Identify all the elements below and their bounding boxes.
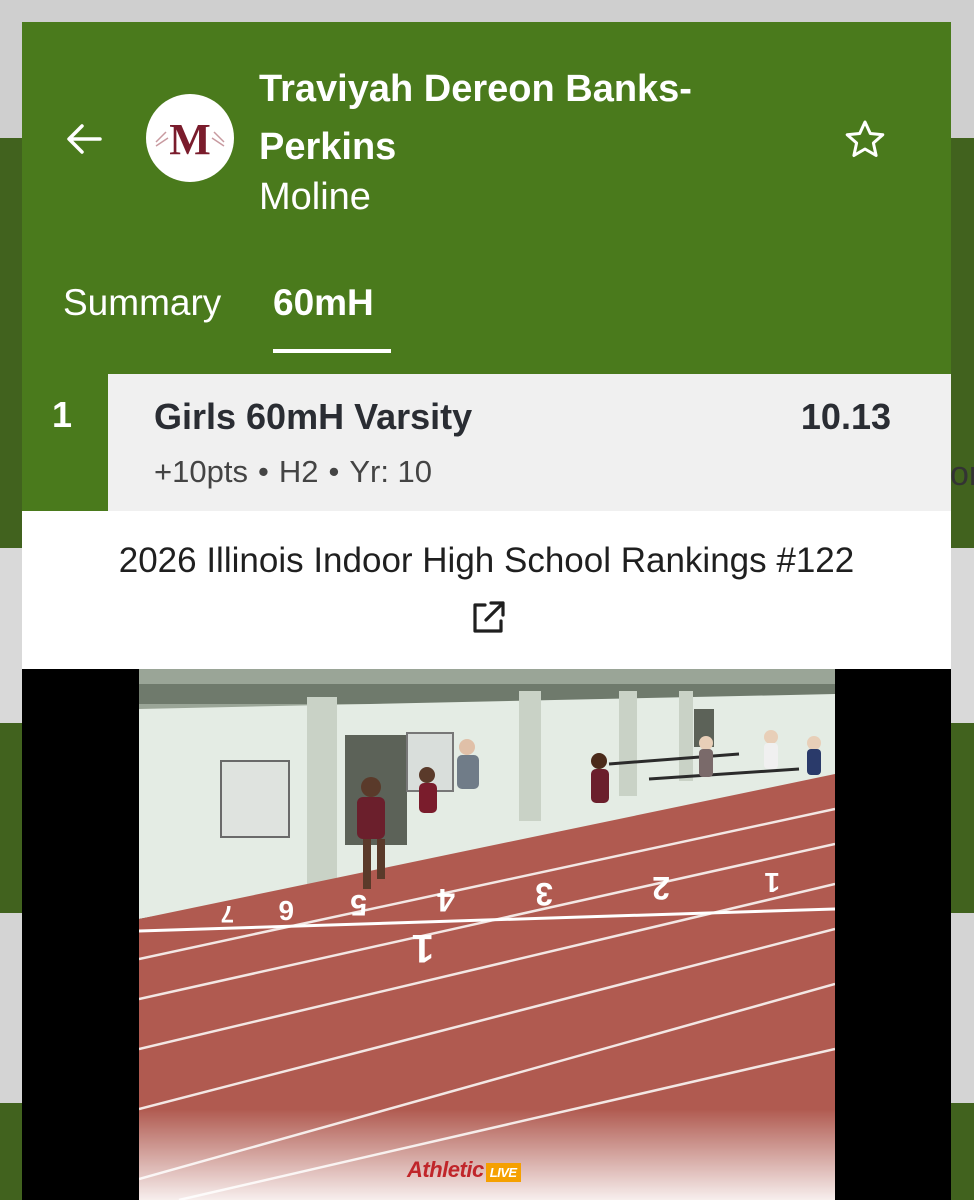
athlete-name: Traviyah Dereon Banks-Perkins: [259, 68, 692, 168]
svg-text:7: 7: [221, 900, 234, 927]
ranking-section: 2026 Illinois Indoor High School Ranking…: [22, 511, 951, 669]
back-button[interactable]: [62, 117, 106, 161]
separator-dot: •: [328, 454, 340, 489]
result-mark: 10.13: [800, 396, 891, 437]
svg-text:1: 1: [764, 867, 780, 898]
place-column: 1: [22, 374, 108, 511]
event-name: Girls 60mH Varsity: [154, 396, 473, 437]
ranking-text: 2026 Illinois Indoor High School Ranking…: [118, 541, 855, 580]
svg-text:M: M: [169, 115, 211, 164]
year-value: Yr: 10: [349, 454, 433, 489]
svg-text:3: 3: [535, 876, 553, 912]
video-frame: 1 2 3 4 5 6 7 1 Athletic LIVE: [139, 669, 835, 1200]
points-value: +10pts: [154, 454, 248, 489]
school-name: Moline: [259, 176, 371, 218]
athletic-live-logo: Athletic LIVE: [407, 1157, 521, 1183]
race-finish-image: 1 2 3 4 5 6 7 1: [139, 669, 835, 1200]
place-number: 1: [52, 394, 73, 435]
favorite-button[interactable]: [842, 117, 888, 163]
athlete-result-card: M Traviyah Dereon Banks-Perkins Moline S…: [22, 22, 951, 1200]
external-link-button[interactable]: [466, 596, 510, 640]
svg-text:4: 4: [437, 882, 455, 918]
race-video[interactable]: 1 2 3 4 5 6 7 1 Athletic LIVE: [22, 669, 951, 1200]
school-logo: M: [146, 94, 234, 182]
result-row[interactable]: 1 Girls 60mH Varsity 10.13 +10pts • H2 • Yr:…: [22, 374, 951, 511]
result-details: Girls 60mH Varsity 10.13 +10pts • H2 • Yr: 1…: [108, 374, 951, 511]
result-meta: +10pts • H2 • Yr: 10: [154, 454, 432, 490]
heat-value: H2: [278, 454, 319, 489]
active-tab-indicator: [273, 349, 391, 353]
svg-text:1: 1: [412, 926, 434, 970]
background-peek-text: or: [950, 455, 974, 493]
tab-summary[interactable]: Summary: [63, 280, 221, 326]
arrow-left-icon: [67, 124, 102, 154]
athlete-header: M Traviyah Dereon Banks-Perkins Moline S…: [22, 22, 951, 374]
star-outline-icon: [845, 120, 885, 157]
tab-60mh[interactable]: 60mH: [273, 280, 374, 326]
separator-dot: •: [257, 454, 269, 489]
svg-text:2: 2: [652, 870, 670, 906]
svg-text:5: 5: [350, 888, 367, 921]
svg-text:6: 6: [278, 895, 294, 926]
external-link-icon: [473, 601, 505, 633]
